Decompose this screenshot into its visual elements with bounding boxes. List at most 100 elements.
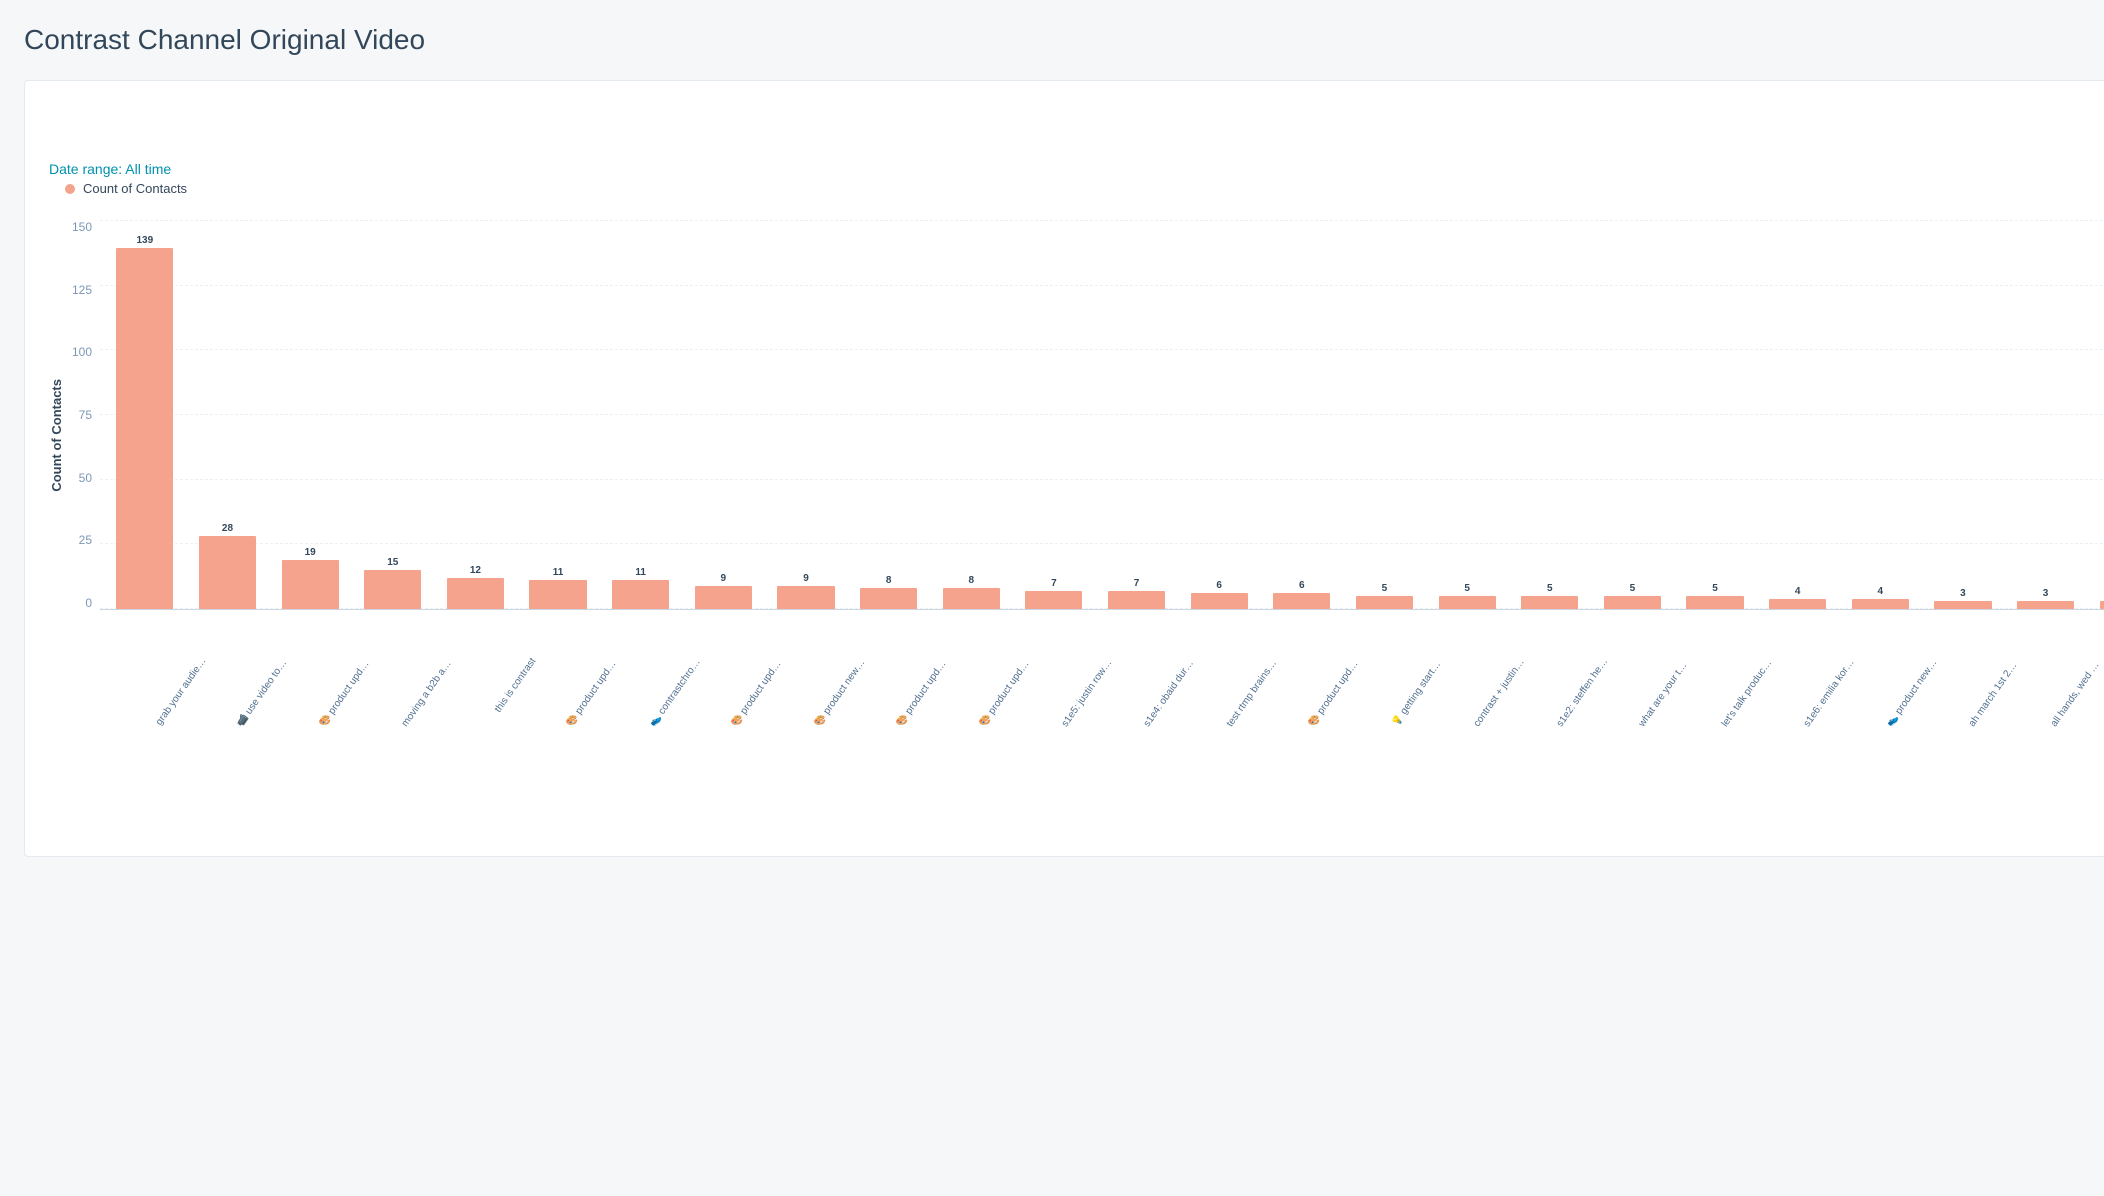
bar[interactable] xyxy=(612,580,669,609)
bar-value-label: 12 xyxy=(470,566,481,576)
x-tick-label: contrast + justine @ sellsy xyxy=(1472,656,1528,729)
chart-plot: Count of Contacts 1501251007550250 13928… xyxy=(49,220,2104,650)
bar-column[interactable]: 5 xyxy=(1344,584,1426,609)
bar-column[interactable]: 5 xyxy=(1509,584,1591,609)
bar[interactable] xyxy=(1686,596,1743,609)
x-tick-label: 🎨 product news march | the gang at co… xyxy=(812,656,868,729)
bar[interactable] xyxy=(1439,596,1496,609)
y-tick: 75 xyxy=(79,408,92,422)
bar[interactable] xyxy=(1356,596,1413,609)
bar-column[interactable]: 3 xyxy=(2087,589,2104,609)
bar-value-label: 5 xyxy=(1382,584,1388,594)
bar-column[interactable]: 8 xyxy=(848,576,930,609)
x-axis-labels: grab your audie…📹 use video to scale …🎨 … xyxy=(111,656,2104,667)
bar-value-label: 11 xyxy=(635,568,646,578)
x-tick-label: what are your toughest webinar pro… xyxy=(1637,656,1693,729)
bar[interactable] xyxy=(1604,596,1661,609)
x-tick-label: s1e6: emilia korczynska - head of m… xyxy=(1802,656,1858,729)
y-axis: 150 125 100 75 50 25 0 xyxy=(72,220,100,610)
bar-column[interactable]: 15 xyxy=(352,558,434,609)
x-tick-label: 💡 getting started with webinars: w… xyxy=(1390,656,1446,729)
bar[interactable] xyxy=(2017,601,2074,609)
y-tick: 50 xyxy=(79,471,92,485)
bar-column[interactable]: 3 xyxy=(1922,589,2004,609)
legend-label: Count of Contacts xyxy=(83,181,187,196)
y-tick: 150 xyxy=(72,220,92,234)
x-tick-label: 🎨 product update | decemb… xyxy=(318,656,374,729)
x-tick-label: 🎨 product update | "the gang … xyxy=(730,656,786,729)
bar[interactable] xyxy=(282,560,339,609)
bar-column[interactable]: 11 xyxy=(600,568,682,609)
bar-column[interactable]: 12 xyxy=(435,566,517,609)
bar-value-label: 4 xyxy=(1878,587,1884,597)
bar-value-label: 8 xyxy=(886,576,892,586)
x-tick-label: all hands, wed 29 sept xyxy=(2049,656,2104,729)
bar[interactable] xyxy=(1521,596,1578,609)
bar-column[interactable]: 8 xyxy=(930,576,1012,609)
bar-column[interactable]: 9 xyxy=(765,574,847,609)
bar-value-label: 5 xyxy=(1630,584,1636,594)
bar-column[interactable]: 4 xyxy=(1757,587,1839,609)
bar-value-label: 5 xyxy=(1712,584,1718,594)
chart-card: Date range: All time Count of Contacts C… xyxy=(24,80,2104,857)
bar-column[interactable]: 9 xyxy=(683,574,765,609)
bar-value-label: 28 xyxy=(222,524,233,534)
bar[interactable] xyxy=(447,578,504,609)
y-tick: 0 xyxy=(85,596,92,610)
x-tick-label: this is contrast xyxy=(483,656,539,729)
bars-container: 1392819151211119988776655555443333322222… xyxy=(100,220,2104,609)
bar-column[interactable]: 139 xyxy=(104,236,186,609)
bar-value-label: 3 xyxy=(1960,589,1966,599)
bar-column[interactable]: 6 xyxy=(1178,581,1260,609)
bar-value-label: 19 xyxy=(305,548,316,558)
chart-legend: Count of Contacts xyxy=(65,181,2104,196)
bar-column[interactable]: 5 xyxy=(1674,584,1756,609)
x-tick-label: s1e2: steffen hedebrandt - cmo @dr… xyxy=(1554,656,1610,729)
x-tick-label: test rtmp brainsonic xyxy=(1225,656,1281,729)
bar-column[interactable]: 3 xyxy=(2005,589,2087,609)
legend-dot-icon xyxy=(65,184,75,194)
bar-value-label: 7 xyxy=(1134,579,1140,589)
x-tick-label: 🎨 product update | octobinars: a… xyxy=(1307,656,1363,729)
x-tick-label: 🎨 product update | august news at… xyxy=(565,656,621,729)
bar[interactable] xyxy=(1025,591,1082,609)
bar-column[interactable]: 28 xyxy=(187,524,269,609)
bar-value-label: 9 xyxy=(721,574,727,584)
bar[interactable] xyxy=(1273,593,1330,609)
bar-column[interactable]: 5 xyxy=(1592,584,1674,609)
bar-value-label: 5 xyxy=(1547,584,1553,594)
x-tick-label: 🎨 product update | july news at co… xyxy=(895,656,951,729)
y-tick: 125 xyxy=(72,283,92,297)
bar-value-label: 11 xyxy=(553,568,564,578)
bar[interactable] xyxy=(364,570,421,609)
bar[interactable] xyxy=(1852,599,1909,609)
bar[interactable] xyxy=(1108,591,1165,609)
bar-column[interactable]: 19 xyxy=(269,548,351,609)
page-title: Contrast Channel Original Video xyxy=(24,24,2080,56)
x-tick-label: let's talk product-minded enginieers xyxy=(1719,656,1775,729)
bar-value-label: 8 xyxy=(968,576,974,586)
bar[interactable] xyxy=(860,588,917,609)
bar[interactable] xyxy=(943,588,1000,609)
bar-column[interactable]: 7 xyxy=(1013,579,1095,609)
bar-column[interactable]: 4 xyxy=(1839,587,1921,609)
bar[interactable] xyxy=(1934,601,1991,609)
bar[interactable] xyxy=(529,580,586,609)
bar[interactable] xyxy=(1191,593,1248,609)
bar[interactable] xyxy=(695,586,752,609)
x-tick-label: 🎨 product update | june news at co… xyxy=(977,656,1033,729)
bar-value-label: 6 xyxy=(1299,581,1305,591)
bar[interactable] xyxy=(199,536,256,609)
bar-column[interactable]: 11 xyxy=(517,568,599,609)
bar[interactable] xyxy=(1769,599,1826,609)
plot-area: 1392819151211119988776655555443333322222… xyxy=(100,220,2104,610)
bar[interactable] xyxy=(116,248,173,609)
date-range-label[interactable]: Date range: All time xyxy=(49,161,2104,177)
bar[interactable] xyxy=(777,586,834,609)
bar-column[interactable]: 7 xyxy=(1096,579,1178,609)
bar[interactable] xyxy=(2100,601,2104,609)
y-tick: 25 xyxy=(79,533,92,547)
bar-column[interactable]: 5 xyxy=(1426,584,1508,609)
bar-column[interactable]: 6 xyxy=(1261,581,1343,609)
y-tick: 100 xyxy=(72,345,92,359)
